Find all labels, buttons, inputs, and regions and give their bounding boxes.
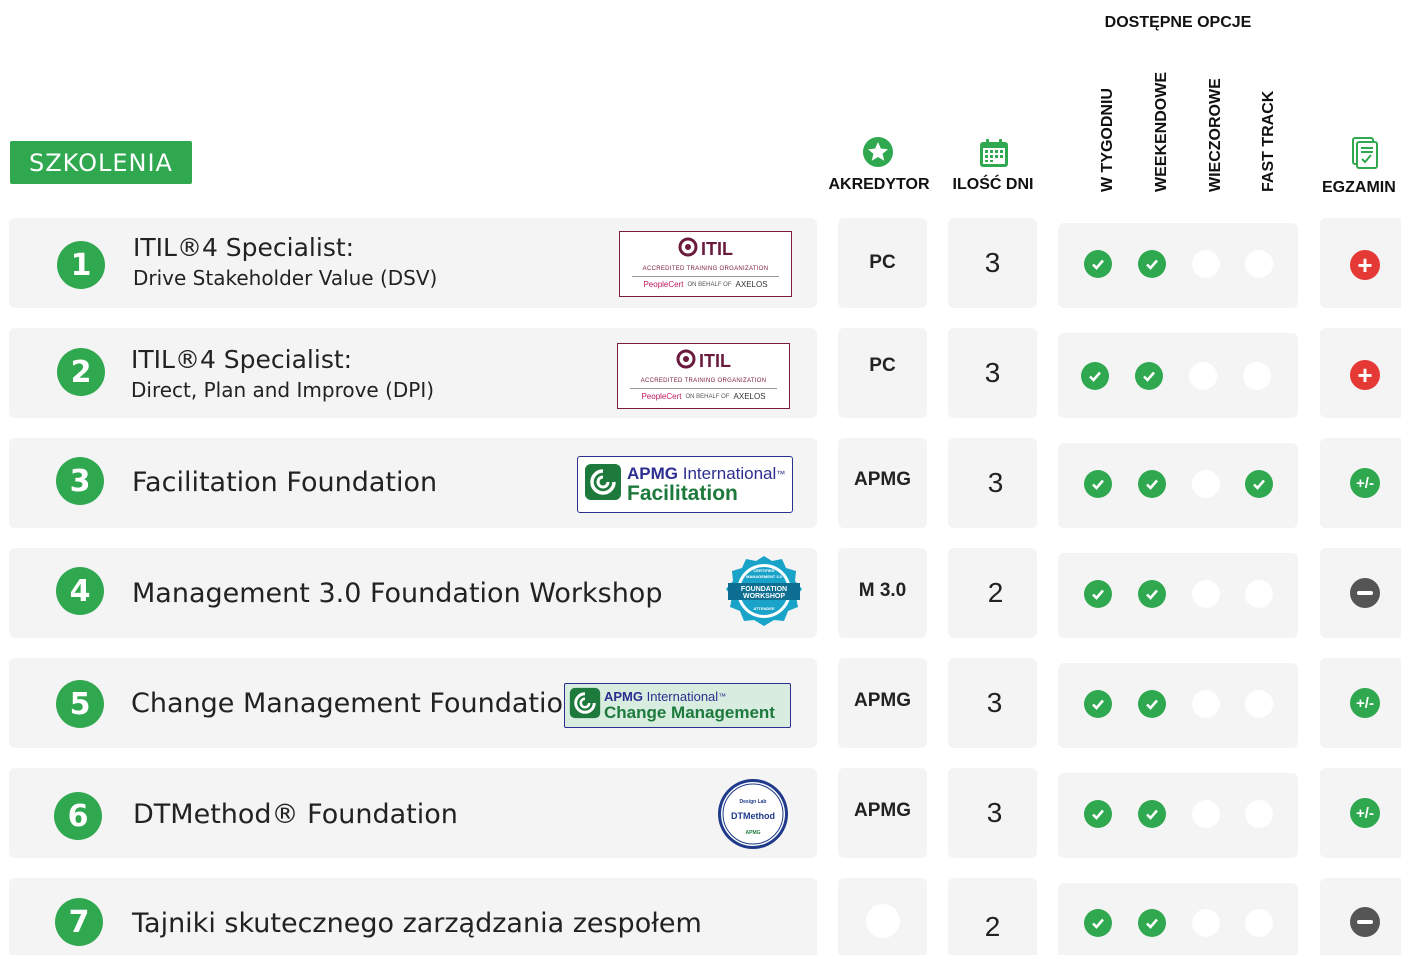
option-empty-dot [1189,362,1217,390]
itil-accredited-logo: ITIL ACCREDITED TRAINING ORGANIZATION Pe… [619,231,792,297]
option-empty-dot [1245,800,1273,828]
dni-cell: 2 [948,548,1037,638]
calendar-icon [978,137,1010,174]
check-icon [1084,470,1112,498]
option-empty-dot [1192,909,1220,937]
check-icon [1084,800,1112,828]
dostepne-opcje-heading: DOSTĘPNE OPCJE [1104,14,1252,31]
check-icon [1081,362,1109,390]
svg-text:WORKSHOP: WORKSHOP [743,593,785,600]
row-number-badge: 3 [56,457,104,505]
apmg-change-management-logo: APMG International™ Change Management [564,683,791,728]
option-empty-dot [1192,250,1220,278]
akredytor-empty-dot [866,904,900,938]
dni-cell: 3 [948,768,1037,858]
akredytor-header: AKREDYTOR [828,176,930,193]
check-icon [1245,470,1273,498]
check-icon [1138,470,1166,498]
svg-text:CERTIFIED: CERTIFIED [753,568,774,573]
w-tygodniu-header: W TYGODNIU [1099,88,1116,192]
svg-text:ATTENDEE: ATTENDEE [753,606,775,611]
exam-plusminus-icon: +/- [1350,688,1380,718]
option-empty-dot [1245,580,1273,608]
check-icon [1084,580,1112,608]
dni-cell: 3 [948,328,1037,418]
svg-text:MANAGEMENT 3.0: MANAGEMENT 3.0 [746,574,783,579]
option-empty-dot [1192,580,1220,608]
akredytor-cell: APMG [838,768,927,858]
course-title-line1[interactable]: ITIL®4 Specialist: [133,233,354,262]
ilosc-dni-header: ILOŚĆ DNI [952,176,1034,193]
akredytor-cell: APMG [838,658,927,748]
itil-accredited-logo: ITIL ACCREDITED TRAINING ORGANIZATION Pe… [617,343,790,409]
szkolenia-button[interactable]: SZKOLENIA [10,141,192,184]
exam-plus-icon: + [1350,360,1380,390]
option-empty-dot [1245,909,1273,937]
akredytor-cell: APMG [838,438,927,528]
check-icon [1138,250,1166,278]
akredytor-cell: PC [838,328,927,418]
row-number-badge: 6 [54,792,102,840]
row-number-badge: 4 [56,567,104,615]
check-icon [1084,690,1112,718]
row-number-badge: 7 [55,898,103,946]
star-icon [862,136,894,173]
exam-minus-icon [1350,907,1380,937]
course-title[interactable]: DTMethod® Foundation [133,799,458,830]
management30-badge: CERTIFIED MANAGEMENT 3.0 FOUNDATION WORK… [725,555,803,632]
option-empty-dot [1243,362,1271,390]
option-empty-dot [1245,690,1273,718]
apmg-swirl-icon [569,687,601,724]
check-icon [1135,362,1163,390]
check-icon [1084,909,1112,937]
option-empty-dot [1245,250,1273,278]
row-number-badge: 1 [57,241,105,289]
exam-plusminus-icon: +/- [1350,798,1380,828]
akredytor-cell: M 3.0 [838,548,927,638]
exam-plusminus-icon: +/- [1350,468,1380,498]
check-icon [1084,250,1112,278]
course-title-line2[interactable]: Direct, Plan and Improve (DPI) [131,378,434,402]
itil-swirl-icon [678,237,698,262]
exam-sheet-icon [1349,136,1379,175]
check-icon [1138,800,1166,828]
itil-swirl-icon [676,349,696,374]
exam-plus-icon: + [1350,250,1380,280]
fast-track-header: FAST TRACK [1260,90,1277,192]
course-title-line2[interactable]: Drive Stakeholder Value (DSV) [133,266,437,290]
svg-text:APMG: APMG [746,830,761,836]
row-number-badge: 5 [56,680,104,728]
svg-text:Design Lab: Design Lab [740,799,767,805]
check-icon [1138,909,1166,937]
dni-cell: 3 [948,218,1037,308]
dni-cell: 3 [948,658,1037,748]
exam-minus-icon [1350,578,1380,608]
svg-text:FOUNDATION: FOUNDATION [741,586,787,593]
apmg-swirl-icon [584,463,622,506]
option-empty-dot [1192,800,1220,828]
course-title[interactable]: Facilitation Foundation [132,467,437,498]
wieczorowe-header: WIECZOROWE [1207,78,1224,192]
weekendowe-header: WEEKENDOWE [1153,72,1170,192]
check-icon [1138,690,1166,718]
option-empty-dot [1192,690,1220,718]
dni-cell: 3 [948,438,1037,528]
akredytor-cell: PC [838,218,927,308]
check-icon [1138,580,1166,608]
svg-text:DTMethod: DTMethod [731,811,775,821]
course-title-line1[interactable]: ITIL®4 Specialist: [131,345,352,374]
dni-cell: 2 [948,878,1037,955]
apmg-facilitation-logo: APMG International™ Facilitation [577,456,793,513]
egzamin-header: EGZAMIN [1322,179,1396,196]
option-empty-dot [1192,470,1220,498]
course-title[interactable]: Management 3.0 Foundation Workshop [132,578,662,609]
dtmethod-badge: Design Lab DTMethod APMG [717,778,789,855]
row-number-badge: 2 [57,348,105,396]
course-title[interactable]: Change Management Foundation [131,688,580,719]
course-title[interactable]: Tajniki skutecznego zarządzania zespołem [132,908,702,939]
